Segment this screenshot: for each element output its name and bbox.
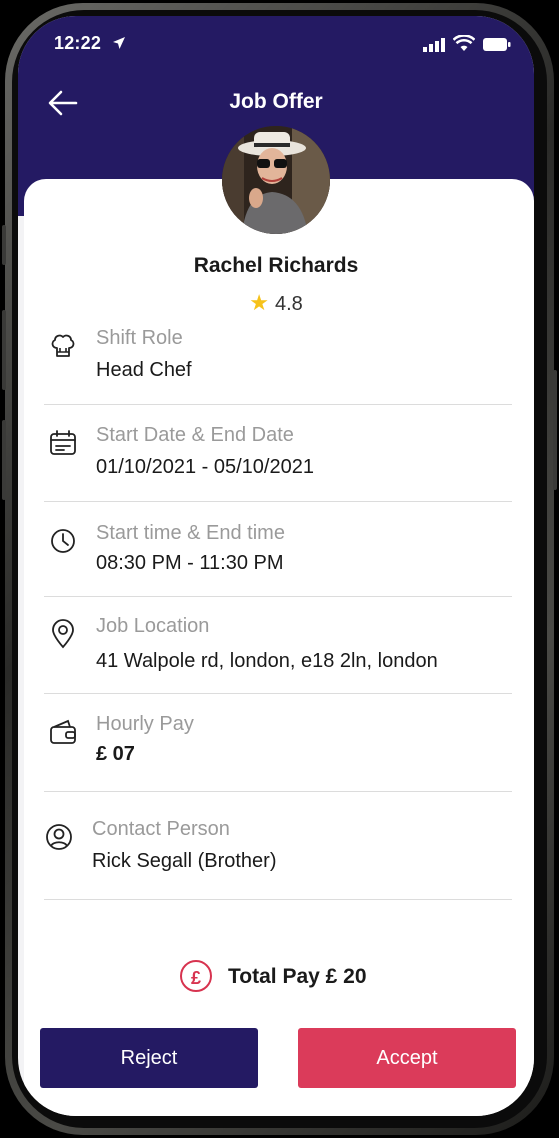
accept-button[interactable]: Accept	[298, 1028, 516, 1088]
profile-rating: ★ 4.8	[18, 290, 534, 316]
profile-name: Rachel Richards	[193, 254, 359, 277]
location-pin-icon	[52, 619, 74, 649]
pound-icon: £	[180, 960, 212, 992]
detail-value: Head Chef	[96, 359, 192, 381]
detail-value: 08:30 PM - 11:30 PM	[96, 552, 284, 574]
rating-value: 4.8	[274, 293, 303, 315]
divider	[44, 404, 512, 405]
chef-hat-icon	[51, 334, 75, 357]
detail-label: Shift Role	[96, 327, 183, 349]
divider	[44, 791, 512, 792]
divider	[44, 501, 512, 502]
side-button	[553, 370, 557, 490]
cellular-signal-icon	[423, 38, 445, 52]
page-title: Job Offer	[229, 90, 323, 113]
detail-contact-person: Contact Person Rick Segall (Brother)	[40, 818, 508, 878]
side-button	[2, 225, 6, 265]
star-icon: ★	[249, 290, 269, 315]
calendar-icon	[50, 430, 76, 455]
detail-location: Job Location 41 Walpole rd, london, e18 …	[44, 615, 512, 675]
detail-label: Hourly Pay	[96, 713, 194, 735]
detail-label: Job Location	[96, 615, 210, 637]
avatar	[222, 126, 330, 234]
detail-dates: Start Date & End Date 01/10/2021 - 05/10…	[44, 424, 512, 484]
divider	[44, 693, 512, 694]
wifi-icon	[453, 35, 475, 51]
wallet-icon	[50, 719, 76, 744]
divider	[44, 899, 512, 900]
reject-button[interactable]: Reject	[40, 1028, 258, 1088]
detail-value: £ 07	[96, 743, 135, 765]
detail-hourly-pay: Hourly Pay £ 07	[44, 713, 512, 773]
detail-value: 41 Walpole rd, london, e18 2ln, london	[96, 650, 438, 672]
total-pay: £ Total Pay £ 20	[18, 960, 534, 1000]
status-bar: 12:22	[18, 16, 534, 66]
detail-label: Start time & End time	[96, 522, 285, 544]
location-arrow-icon	[113, 37, 125, 49]
clock-icon	[51, 529, 75, 553]
avatar-image	[222, 126, 330, 234]
detail-value: 01/10/2021 - 05/10/2021	[96, 456, 314, 478]
battery-icon	[483, 38, 511, 51]
side-button	[2, 420, 6, 500]
divider	[44, 596, 512, 597]
detail-label: Start Date & End Date	[96, 424, 294, 446]
side-button	[2, 310, 6, 390]
status-time: 12:22	[54, 33, 102, 53]
detail-label: Contact Person	[92, 818, 230, 840]
detail-shift-role: Shift Role Head Chef	[44, 327, 512, 387]
detail-times: Start time & End time 08:30 PM - 11:30 P…	[44, 522, 512, 582]
user-circle-icon	[46, 824, 72, 850]
screen: 12:22 Job Offer Rachel Richards ★ 4.8 Shi…	[18, 16, 534, 1116]
detail-value: Rick Segall (Brother)	[92, 850, 277, 872]
total-pay-text: Total Pay £ 20	[228, 965, 367, 988]
